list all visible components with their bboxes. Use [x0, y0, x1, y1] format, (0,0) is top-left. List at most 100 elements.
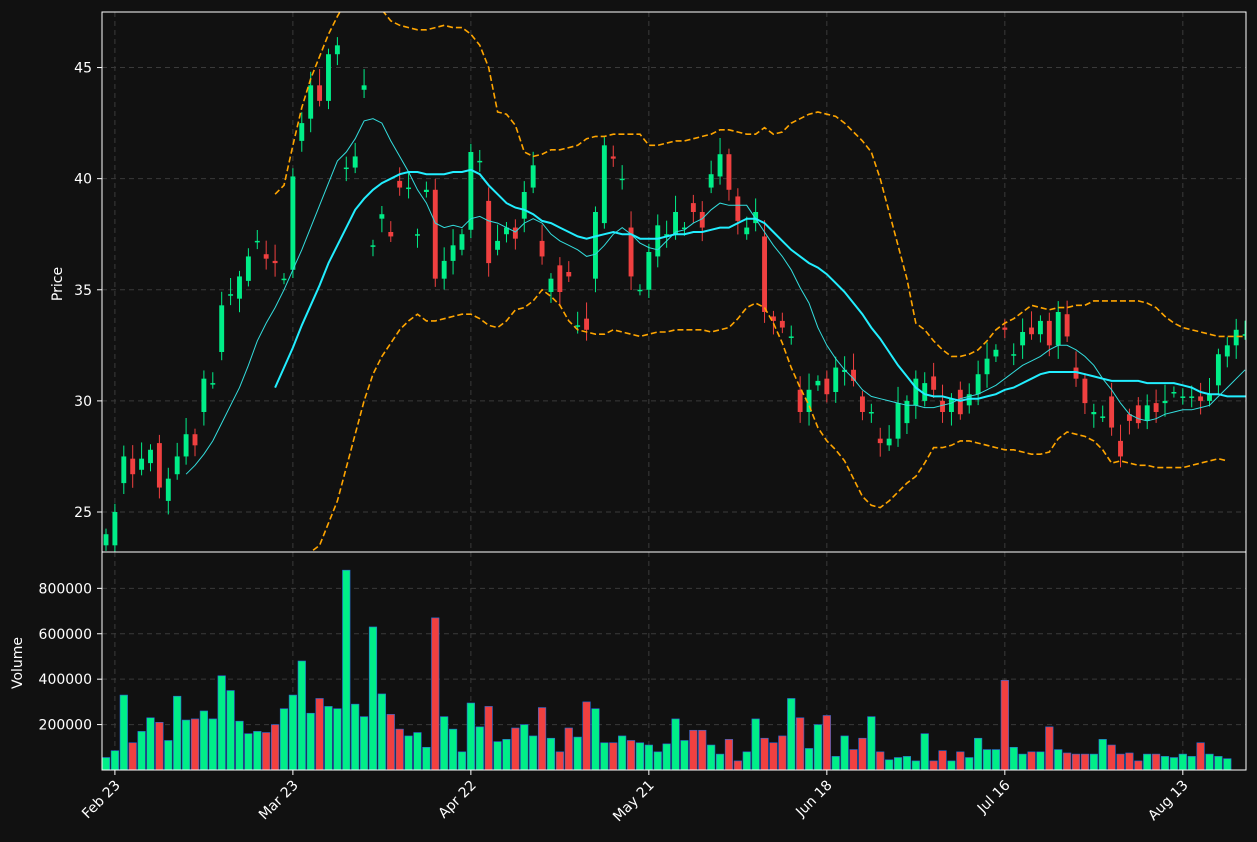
volume-bar [395, 728, 404, 770]
candle-body [228, 294, 234, 296]
volume-bar [858, 737, 867, 770]
volume-bar [804, 748, 814, 770]
volume-bar [929, 760, 938, 770]
volume-bar [1223, 758, 1232, 770]
price-axis-label: Price [50, 267, 66, 301]
volume-y-tick-label: 400000 [39, 672, 92, 688]
volume-bar [947, 760, 956, 770]
volume-bar [253, 731, 262, 770]
candle-body [548, 278, 554, 292]
candle-body [441, 260, 447, 279]
volume-bar [102, 757, 111, 770]
volume-bar [991, 749, 1001, 770]
volume-bar [155, 722, 164, 770]
price-y-tick-label: 30 [74, 394, 92, 410]
volume-bar [885, 759, 894, 770]
volume-bar [182, 719, 191, 770]
candle-body [415, 234, 420, 236]
volume-bar [1214, 756, 1223, 770]
candle-body [1020, 332, 1026, 346]
volume-bar [635, 742, 645, 770]
candle-body [859, 396, 865, 412]
x-axis: Feb 23 Mar 23 Apr 22 May 21 Jun 18 Jul 16 Aug … [79, 770, 1192, 825]
price-panel: 25 30 35 40 45 [74, 11, 1247, 553]
volume-bar [813, 724, 823, 770]
volume-bar [546, 737, 556, 770]
candle-body [539, 240, 545, 257]
volume-bar [342, 569, 351, 770]
volume-bar [404, 735, 413, 770]
volume-bar [297, 660, 306, 770]
volume-bar [956, 751, 965, 770]
candle-body [975, 374, 981, 395]
candle-body [352, 156, 358, 168]
volume-bar [724, 739, 734, 770]
candle-body [646, 252, 652, 290]
volume-bar [555, 751, 564, 770]
candle-body [690, 203, 696, 212]
volume-bar [920, 733, 929, 770]
volume-bar [173, 695, 182, 770]
volume-bar [1080, 753, 1090, 770]
volume-bar [609, 742, 618, 770]
candle-body [584, 318, 590, 330]
volume-bar [644, 744, 653, 770]
candle-body [1198, 396, 1204, 401]
x-tick-label: May 21 [610, 778, 658, 826]
x-tick-label: Aug 13 [1145, 778, 1191, 824]
x-tick-label: Jun 18 [792, 778, 835, 821]
candle-body [1215, 354, 1221, 386]
candle-body [530, 165, 536, 188]
candle-body [326, 54, 331, 101]
volume-bar [1036, 751, 1045, 770]
candle-body [156, 443, 162, 488]
candle-body [726, 154, 732, 190]
volume-bar [849, 749, 858, 770]
volume-bar [537, 707, 547, 770]
volume-bar [244, 733, 253, 770]
candle-body [192, 434, 198, 446]
volume-bar [1063, 752, 1072, 770]
candle-body [183, 434, 189, 457]
candle-body [432, 189, 438, 279]
candle-body [148, 449, 153, 464]
volume-bar [822, 715, 831, 770]
volume-bar [573, 736, 582, 770]
volume-bar [119, 694, 128, 770]
candle-body [913, 378, 919, 406]
candle-body [673, 212, 678, 235]
volume-bar [1116, 753, 1125, 770]
volume-bar [787, 698, 796, 770]
volume-bar [333, 708, 342, 770]
volume-bar [146, 717, 155, 770]
candle-body [112, 512, 118, 546]
candle-body [957, 389, 963, 415]
volume-bar [1054, 749, 1063, 770]
candle-body [1207, 394, 1212, 401]
volume-bar [1009, 746, 1018, 770]
candle-body [788, 336, 794, 338]
candle-body [744, 227, 750, 235]
candle-body [984, 358, 990, 375]
volume-bar [484, 706, 493, 770]
volume-bar [440, 716, 449, 770]
candle-body [272, 260, 278, 264]
x-tick-label: Mar 23 [256, 778, 302, 824]
volume-bar [466, 702, 475, 770]
volume-bar [618, 735, 627, 770]
volume-bar [511, 727, 520, 770]
candle-body [708, 174, 714, 188]
volume-bar [262, 732, 271, 770]
volume-bar [707, 744, 716, 770]
candle-body [308, 85, 314, 119]
candle-body [762, 236, 767, 312]
volume-bar [208, 718, 217, 770]
candle-body [566, 272, 572, 277]
candle-body [637, 289, 643, 292]
volume-bar [1169, 757, 1178, 770]
candle-body [717, 154, 723, 177]
candle-body [1171, 392, 1177, 394]
volume-bar [564, 727, 573, 770]
volume-bar [733, 760, 742, 770]
volume-bar [902, 756, 912, 770]
